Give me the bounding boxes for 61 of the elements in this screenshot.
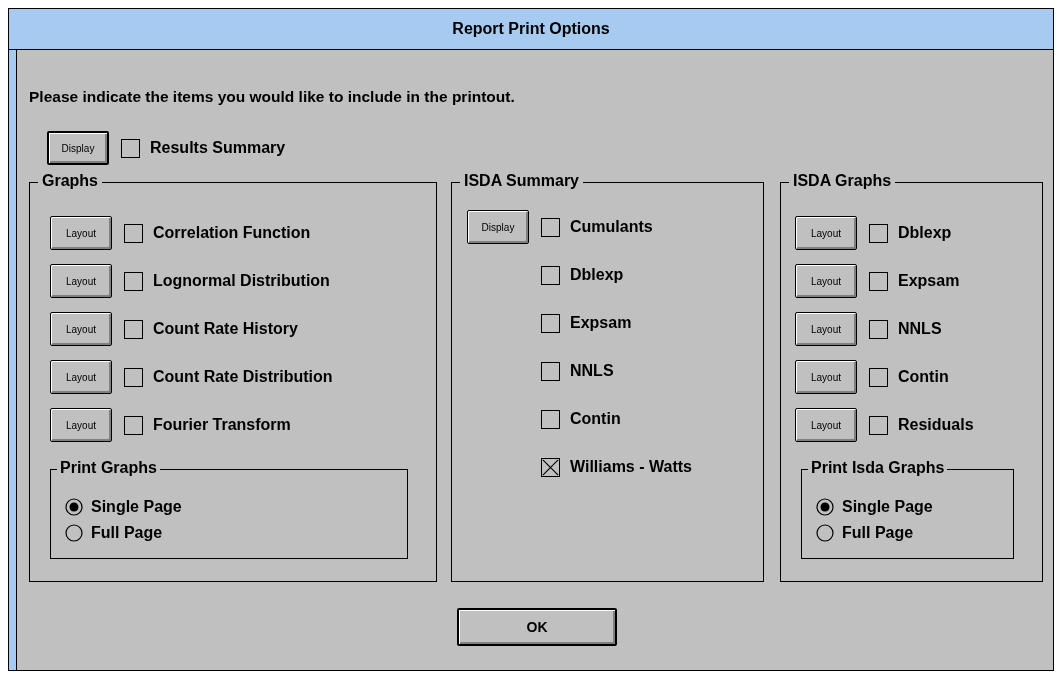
radio-label: Single Page: [842, 498, 933, 516]
group-title: ISDA Graphs: [789, 172, 896, 190]
checkbox-label: Lognormal Distribution: [153, 272, 330, 290]
group-title: ISDA Summary: [460, 172, 583, 190]
layout-button[interactable]: Layout: [795, 264, 857, 298]
layout-button[interactable]: Layout: [50, 312, 112, 346]
checkbox[interactable]: [121, 138, 140, 158]
layout-button[interactable]: Layout: [50, 360, 112, 394]
checkbox[interactable]: [124, 415, 143, 435]
group-title: Print Isda Graphs: [808, 459, 948, 477]
instruction-text: Please indicate the items you would like to include in the printout.: [29, 88, 515, 106]
checkbox-label: Dblexp: [570, 266, 624, 284]
checkbox-label: Fourier Transform: [153, 416, 291, 434]
checkbox[interactable]: [541, 457, 560, 477]
checkbox[interactable]: [869, 415, 888, 435]
display-button[interactable]: Display: [467, 210, 529, 244]
radio-button[interactable]: [816, 498, 834, 516]
group-title: Graphs: [38, 172, 102, 190]
radio-button[interactable]: [65, 498, 83, 516]
checkbox-label: Expsam: [898, 272, 960, 290]
checkbox[interactable]: [124, 319, 143, 339]
checkbox[interactable]: [541, 409, 560, 429]
radio-button[interactable]: [816, 524, 834, 542]
layout-button[interactable]: Layout: [795, 408, 857, 442]
checkbox-label: Correlation Function: [153, 224, 311, 242]
checkbox[interactable]: [869, 271, 888, 291]
checkbox[interactable]: [869, 367, 888, 387]
checkbox-label: Dblexp: [898, 224, 952, 242]
checkbox[interactable]: [124, 271, 143, 291]
checkbox-label: Contin: [570, 410, 621, 428]
checkbox-label: Residuals: [898, 416, 974, 434]
layout-button[interactable]: Layout: [50, 264, 112, 298]
checkbox[interactable]: [541, 313, 560, 333]
checkbox[interactable]: [124, 367, 143, 387]
checkbox-label: Expsam: [570, 314, 632, 332]
checkbox-label: Results Summary: [150, 139, 286, 157]
checkbox-label: Contin: [898, 368, 949, 386]
checkbox-label: Williams - Watts: [570, 458, 692, 476]
layout-button[interactable]: Layout: [50, 216, 112, 250]
group-title: Print Graphs: [57, 459, 160, 477]
layout-button[interactable]: Layout: [795, 216, 857, 250]
checkbox[interactable]: [541, 361, 560, 381]
checkbox-label: NNLS: [898, 320, 942, 338]
radio-button[interactable]: [65, 524, 83, 542]
layout-button[interactable]: Layout: [795, 312, 857, 346]
checkbox[interactable]: [541, 265, 560, 285]
radio-label: Full Page: [91, 524, 163, 542]
checkbox[interactable]: [124, 223, 143, 243]
checkbox-label: Count Rate History: [153, 320, 298, 338]
layout-button[interactable]: Layout: [50, 408, 112, 442]
ok-button[interactable]: OK: [457, 608, 617, 646]
checkbox[interactable]: [541, 217, 560, 237]
checkbox[interactable]: [869, 319, 888, 339]
radio-label: Single Page: [91, 498, 182, 516]
layout-button[interactable]: Layout: [795, 360, 857, 394]
checkbox-label: Cumulants: [570, 218, 653, 236]
checkbox-label: NNLS: [570, 362, 614, 380]
display-button[interactable]: Display: [47, 131, 109, 165]
checkbox-label: Count Rate Distribution: [153, 368, 333, 386]
checkbox[interactable]: [869, 223, 888, 243]
radio-label: Full Page: [842, 524, 914, 542]
